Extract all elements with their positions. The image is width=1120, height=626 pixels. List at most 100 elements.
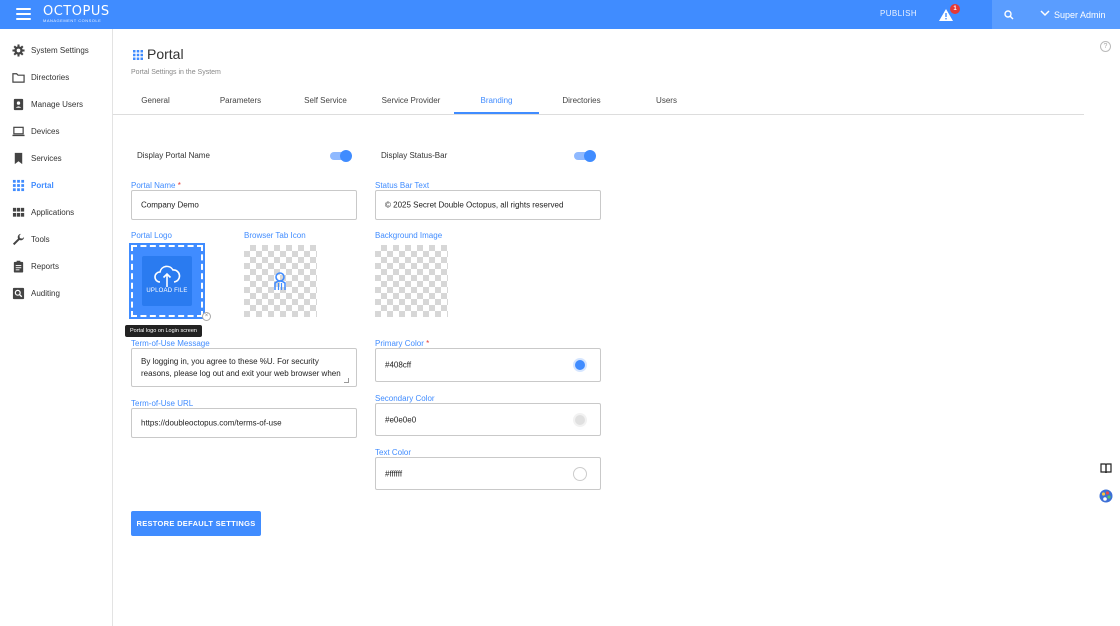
apps-grid-icon	[12, 207, 25, 217]
sidebar-item-directories[interactable]: Directories	[0, 67, 112, 89]
secondary-color-label: Secondary Color	[375, 394, 435, 403]
search-icon	[1004, 10, 1014, 20]
terms-url-value: https://doubleoctopus.com/terms-of-use	[141, 418, 282, 428]
sidebar-item-label: Directories	[31, 73, 70, 82]
sidebar-item-auditing[interactable]: Auditing	[0, 283, 112, 305]
browser-tab-icon-label: Browser Tab Icon	[244, 231, 306, 240]
primary-color-input[interactable]: #408cff	[375, 348, 601, 382]
tab-users[interactable]: Users	[624, 91, 709, 114]
primary-color-swatch[interactable]	[573, 358, 587, 372]
portal-name-value: Company Demo	[141, 200, 199, 210]
sidebar-item-applications[interactable]: Applications	[0, 202, 112, 224]
sidebar-item-label: Services	[31, 154, 62, 163]
primary-color-value: #408cff	[385, 360, 412, 370]
alert-count-badge: 1	[950, 4, 960, 14]
display-status-bar-toggle[interactable]	[574, 150, 596, 162]
clipboard-icon	[13, 260, 24, 273]
status-bar-text-label: Status Bar Text	[375, 181, 430, 190]
sidebar-item-label: Manage Users	[31, 100, 84, 109]
sidebar-item-manage-users[interactable]: Manage Users	[0, 94, 112, 116]
laptop-icon	[12, 126, 25, 137]
sidebar-item-system-settings[interactable]: System Settings	[0, 40, 112, 62]
logo-text: OCTOPUS	[43, 4, 110, 19]
tab-branding[interactable]: Branding	[454, 91, 539, 114]
user-badge-icon	[13, 98, 24, 111]
portal-logo-tooltip: Portal logo on Login screen	[125, 325, 202, 337]
gear-icon	[12, 44, 25, 57]
search-button[interactable]	[992, 0, 1026, 29]
terms-message-label: Term-of-Use Message	[131, 339, 210, 348]
palette-button[interactable]	[1097, 487, 1115, 505]
sidebar-item-reports[interactable]: Reports	[0, 256, 112, 278]
sidebar-item-tools[interactable]: Tools	[0, 229, 112, 251]
grid-dots-icon	[12, 179, 25, 192]
magnify-box-icon	[12, 287, 25, 300]
app-logo[interactable]: OCTOPUS MANAGEMENT CONSOLE	[43, 5, 110, 23]
logo-subtext: MANAGEMENT CONSOLE	[43, 18, 102, 23]
portal-logo-label: Portal Logo	[131, 231, 172, 240]
upload-area	[142, 256, 192, 306]
restore-default-settings-button[interactable]: RESTORE DEFAULT SETTINGS	[131, 511, 261, 536]
tab-self-service[interactable]: Self Service	[283, 91, 368, 114]
sidebar: System Settings Directories Manage Users…	[0, 29, 113, 626]
sidebar-item-label: Auditing	[31, 289, 60, 298]
secondary-color-swatch[interactable]	[573, 412, 587, 427]
tab-service-provider[interactable]: Service Provider	[368, 91, 454, 114]
secondary-color-value: #e0e0e0	[385, 415, 417, 424]
status-bar-text-input[interactable]: © 2025 Secret Double Octopus, all rights…	[375, 190, 601, 220]
text-color-value: #ffffff	[385, 469, 403, 478]
tab-bar: General Parameters Self Service Service …	[113, 91, 1084, 115]
sidebar-item-label: Portal	[31, 181, 54, 190]
sidebar-item-services[interactable]: Services	[0, 148, 112, 170]
help-icon[interactable]: ?	[1100, 41, 1111, 52]
sidebar-item-label: Tools	[31, 235, 50, 244]
display-portal-name-label: Display Portal Name	[137, 151, 210, 160]
background-image-label: Background Image	[375, 231, 443, 240]
secondary-color-input[interactable]: #e0e0e0	[375, 403, 601, 436]
browser-tab-icon-preview[interactable]	[244, 245, 317, 317]
portal-logo-upload[interactable]: UPLOAD FILE	[129, 243, 205, 319]
upload-file-label: UPLOAD FILE	[146, 288, 188, 294]
status-bar-text-value: © 2025 Secret Double Octopus, all rights…	[385, 200, 564, 210]
portal-name-label: Portal Name *	[131, 181, 181, 190]
cloud-upload-icon	[154, 265, 181, 287]
tab-directories[interactable]: Directories	[539, 91, 624, 114]
octopus-icon	[274, 272, 286, 290]
tab-general[interactable]: General	[113, 91, 198, 114]
user-name: Super Admin	[1054, 10, 1106, 20]
user-menu-button[interactable]: Super Admin	[1026, 0, 1120, 29]
text-color-label: Text Color	[375, 448, 412, 457]
sidebar-item-label: System Settings	[31, 46, 89, 55]
text-color-swatch[interactable]	[573, 466, 587, 481]
bookmark-icon	[14, 152, 23, 165]
page-title: Portal	[147, 46, 184, 62]
menu-icon[interactable]	[16, 8, 31, 20]
terms-message-textarea[interactable]: By logging in, you agree to these %U. Fo…	[131, 348, 357, 387]
top-bar: OCTOPUS MANAGEMENT CONSOLE PUBLISH 1 Sup…	[0, 0, 1120, 29]
terms-message-value: By logging in, you agree to these %U. Fo…	[141, 357, 341, 378]
book-icon	[1100, 463, 1112, 474]
sidebar-item-label: Devices	[31, 127, 60, 136]
page-subtitle: Portal Settings in the System	[131, 69, 221, 76]
palette-icon	[1099, 489, 1113, 503]
publish-button[interactable]: PUBLISH	[880, 9, 917, 18]
grid-dots-icon	[133, 50, 143, 60]
sidebar-item-devices[interactable]: Devices	[0, 121, 112, 143]
display-status-bar-label: Display Status-Bar	[381, 151, 448, 160]
sidebar-item-portal[interactable]: Portal	[0, 175, 112, 197]
remove-logo-icon[interactable]: ×	[202, 312, 211, 321]
tab-parameters[interactable]: Parameters	[198, 91, 283, 114]
terms-url-label: Term-of-Use URL	[131, 399, 194, 408]
display-portal-name-toggle[interactable]	[330, 150, 352, 162]
resize-handle[interactable]	[344, 378, 349, 383]
sidebar-item-label: Reports	[31, 262, 60, 271]
primary-color-label: Primary Color *	[375, 339, 430, 348]
chevron-down-icon	[1040, 10, 1050, 17]
book-button[interactable]	[1097, 459, 1115, 477]
folder-icon	[12, 73, 25, 83]
portal-name-input[interactable]: Company Demo	[131, 190, 357, 220]
text-color-input[interactable]: #ffffff	[375, 457, 601, 490]
sidebar-item-label: Applications	[31, 208, 75, 217]
terms-url-input[interactable]: https://doubleoctopus.com/terms-of-use	[131, 408, 357, 438]
background-image-preview[interactable]	[375, 245, 448, 317]
